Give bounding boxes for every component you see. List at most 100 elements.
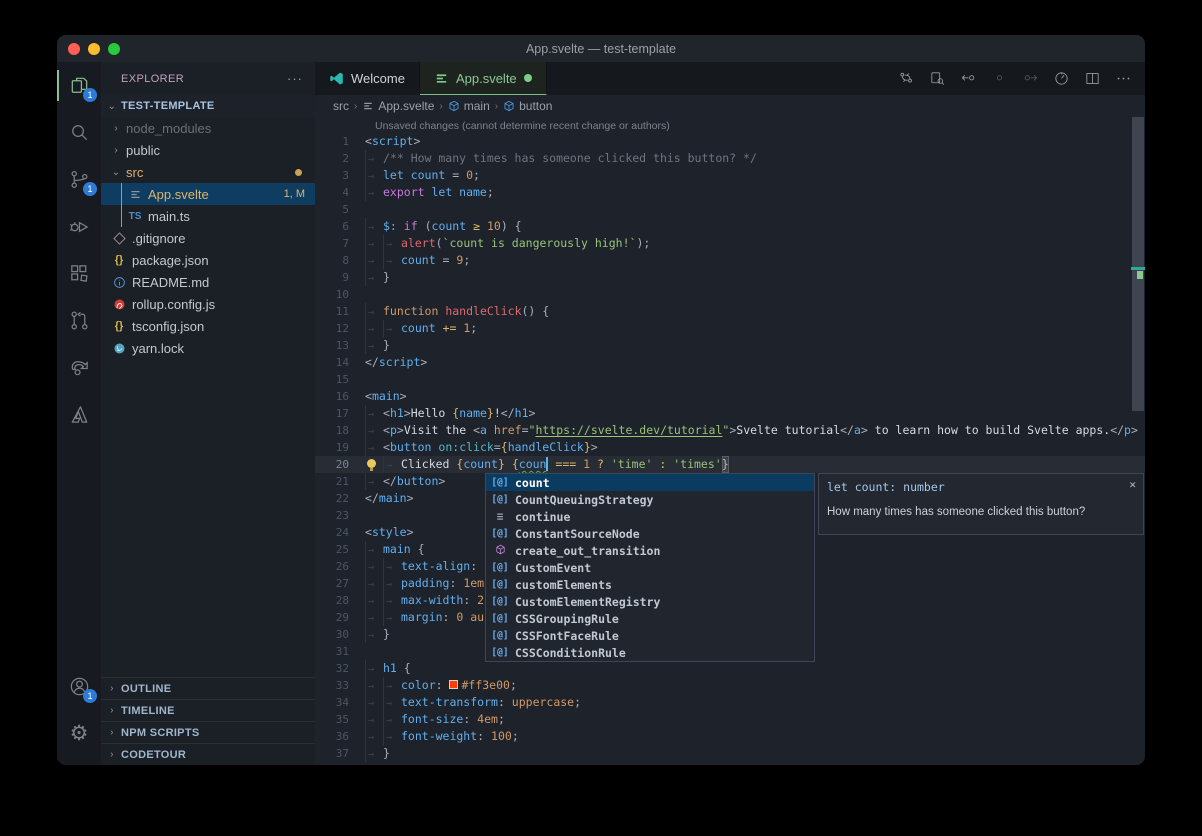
- heatmap-timer-button[interactable]: [1049, 67, 1073, 91]
- indent-tab-marker: [383, 677, 401, 694]
- panel-header-npm-scripts[interactable]: ›NPM SCRIPTS: [101, 721, 315, 743]
- tree-item-node-modules[interactable]: ›node_modules: [101, 117, 315, 139]
- open-changes-button[interactable]: [925, 67, 949, 91]
- line-content: <button on:click={handleClick}>: [359, 439, 598, 456]
- activity-item-explorer[interactable]: 1: [57, 62, 101, 109]
- code-line-16[interactable]: 16<main>: [315, 388, 1145, 405]
- code-line-14[interactable]: 14</script>: [315, 354, 1145, 371]
- tree-item-tsconfig-json[interactable]: {}tsconfig.json: [101, 315, 315, 337]
- title-bar[interactable]: App.svelte — test-template: [57, 35, 1145, 62]
- code-line-10[interactable]: 10: [315, 286, 1145, 303]
- activity-item-run-debug[interactable]: [57, 203, 101, 250]
- more-actions-button[interactable]: [1111, 67, 1135, 91]
- scrollbar-thumb[interactable]: [1132, 117, 1144, 411]
- code-token: [397, 218, 404, 235]
- next-change-button[interactable]: [1018, 67, 1042, 91]
- code-line-37[interactable]: 37}: [315, 745, 1145, 762]
- editor-scrollbar[interactable]: [1131, 117, 1145, 765]
- code-line-33[interactable]: 33color: #ff3e00;: [315, 677, 1145, 694]
- code-line-32[interactable]: 32h1 {: [315, 660, 1145, 677]
- breadcrumb: src›App.svelte›main›button: [315, 95, 1145, 117]
- tab-welcome[interactable]: Welcome: [315, 62, 420, 95]
- close-icon[interactable]: ✕: [1129, 478, 1136, 491]
- panel-header-codetour[interactable]: ›CODETOUR: [101, 743, 315, 765]
- suggestion-item-customelementregistry[interactable]: [@]CustomElementRegistry: [486, 593, 814, 610]
- panel-header-timeline[interactable]: ›TIMELINE: [101, 699, 315, 721]
- breadcrumb-item-main[interactable]: main: [448, 99, 490, 113]
- symbol-variable-icon: [@]: [490, 528, 510, 539]
- activity-item-extensions[interactable]: [57, 250, 101, 297]
- tree-item-main-ts[interactable]: TSmain.ts: [101, 205, 315, 227]
- suggestion-item-cssgroupingrule[interactable]: [@]CSSGroupingRule: [486, 610, 814, 627]
- suggestion-item-create_out_transition[interactable]: create_out_transition: [486, 542, 814, 559]
- activity-item-pull-requests[interactable]: [57, 297, 101, 344]
- lightbulb-icon[interactable]: [365, 456, 383, 473]
- code-token: [576, 456, 583, 473]
- code-line-20[interactable]: 20Clicked {count} {coun === 1 ? 'time' :…: [315, 456, 1145, 473]
- code-line-3[interactable]: 3let count = 0;: [315, 167, 1145, 184]
- explorer-more-actions-button[interactable]: ···: [287, 71, 303, 86]
- tree-item-public[interactable]: ›public: [101, 139, 315, 161]
- code-line-5[interactable]: 5: [315, 201, 1145, 218]
- code-line-6[interactable]: 6$: if (count ≥ 10) {: [315, 218, 1145, 235]
- tree-item-rollup-config-js[interactable]: rollup.config.js: [101, 293, 315, 315]
- code-line-7[interactable]: 7alert(`count is dangerously high!`);: [315, 235, 1145, 252]
- symbol-variable-icon: [@]: [490, 630, 510, 641]
- code-token: <: [383, 422, 390, 439]
- suggestion-item-customevent[interactable]: [@]CustomEvent: [486, 559, 814, 576]
- code-line-4[interactable]: 4export let name;: [315, 184, 1145, 201]
- indent-tab-marker: [365, 167, 383, 184]
- breadcrumb-item-app-svelte[interactable]: App.svelte: [362, 99, 434, 113]
- tree-item-app-svelte[interactable]: App.svelte1, M: [101, 183, 315, 205]
- code-token: }: [487, 405, 494, 422]
- previous-change-button[interactable]: [956, 67, 980, 91]
- activity-item-search[interactable]: [57, 109, 101, 156]
- activity-item-account[interactable]: 1: [57, 663, 101, 710]
- code-line-34[interactable]: 34text-transform: uppercase;: [315, 694, 1145, 711]
- current-position-button[interactable]: [987, 67, 1011, 91]
- suggestion-item-continue[interactable]: ≡continue: [486, 508, 814, 525]
- code-line-2[interactable]: 2/** How many times has someone clicked …: [315, 150, 1145, 167]
- suggestion-item-customelements[interactable]: [@]customElements: [486, 576, 814, 593]
- file-label: README.md: [132, 275, 209, 290]
- code-line-9[interactable]: 9}: [315, 269, 1145, 286]
- code-line-35[interactable]: 35font-size: 4em;: [315, 711, 1145, 728]
- code-line-19[interactable]: 19<button on:click={handleClick}>: [315, 439, 1145, 456]
- project-section-header[interactable]: ⌄ TEST-TEMPLATE: [101, 95, 315, 117]
- code-token: ;: [512, 728, 519, 745]
- suggestion-item-count[interactable]: [@]count: [486, 474, 814, 491]
- breadcrumb-item-button[interactable]: button: [503, 99, 552, 113]
- activity-item-azure[interactable]: [57, 391, 101, 438]
- code-line-13[interactable]: 13}: [315, 337, 1145, 354]
- breadcrumb-item-src[interactable]: src: [333, 99, 349, 113]
- code-line-17[interactable]: 17<h1>Hello {name}!</h1>: [315, 405, 1145, 422]
- code-editor[interactable]: Unsaved changes (cannot determine recent…: [315, 117, 1145, 765]
- tree-item-src[interactable]: ⌄src: [101, 161, 315, 183]
- activity-item-live-share[interactable]: [57, 344, 101, 391]
- line-content: <h1>Hello {name}!</h1>: [359, 405, 535, 422]
- code-line-18[interactable]: 18<p>Visit the <a href="https://svelte.d…: [315, 422, 1145, 439]
- code-line-8[interactable]: 8count = 9;: [315, 252, 1145, 269]
- code-line-11[interactable]: 11function handleClick() {: [315, 303, 1145, 320]
- tree-item--gitignore[interactable]: .gitignore: [101, 227, 315, 249]
- code-line-1[interactable]: 1<script>: [315, 133, 1145, 150]
- panel-header-outline[interactable]: ›OUTLINE: [101, 677, 315, 699]
- suggestion-item-constantsourcenode[interactable]: [@]ConstantSourceNode: [486, 525, 814, 542]
- tab-app-svelte[interactable]: App.svelte: [420, 62, 547, 95]
- activity-item-settings[interactable]: ⚙: [57, 710, 101, 757]
- suggestion-item-countqueuingstrategy[interactable]: [@]CountQueuingStrategy: [486, 491, 814, 508]
- code-token: ;: [574, 694, 581, 711]
- tree-item-readme-md[interactable]: README.md: [101, 271, 315, 293]
- code-line-15[interactable]: 15: [315, 371, 1145, 388]
- tree-item-yarn-lock[interactable]: yarn.lock: [101, 337, 315, 359]
- suggestion-item-cssfontfacerule[interactable]: [@]CSSFontFaceRule: [486, 627, 814, 644]
- suggestion-item-cssconditionrule[interactable]: [@]CSSConditionRule: [486, 644, 814, 661]
- code-line-12[interactable]: 12count += 1;: [315, 320, 1145, 337]
- split-editor-button[interactable]: [1080, 67, 1104, 91]
- code-line-36[interactable]: 36font-weight: 100;: [315, 728, 1145, 745]
- activity-item-source-control[interactable]: 1: [57, 156, 101, 203]
- compare-changes-button[interactable]: [894, 67, 918, 91]
- breadcrumb-label: App.svelte: [378, 99, 434, 113]
- tree-item-package-json[interactable]: {}package.json: [101, 249, 315, 271]
- color-swatch[interactable]: [449, 680, 458, 689]
